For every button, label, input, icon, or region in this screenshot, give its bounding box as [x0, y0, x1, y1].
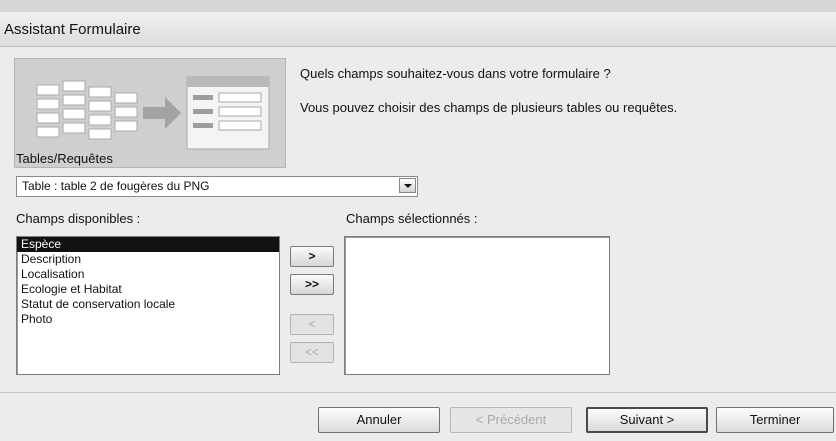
footer-divider [0, 392, 836, 393]
chevron-down-icon[interactable] [399, 178, 416, 193]
tables-queries-combobox[interactable]: Table : table 2 de fougères du PNG [16, 176, 418, 197]
list-item[interactable]: Statut de conservation locale [17, 297, 279, 312]
list-item[interactable]: Description [17, 252, 279, 267]
list-item[interactable]: Localisation [17, 267, 279, 282]
list-item[interactable]: Espèce [17, 237, 279, 252]
next-button[interactable]: Suivant > [586, 407, 708, 433]
question-text: Quels champs souhaitez-vous dans votre f… [300, 66, 611, 81]
remove-field-button[interactable]: < [290, 314, 334, 335]
available-fields-label: Champs disponibles : [16, 211, 141, 226]
list-item[interactable]: Photo [17, 312, 279, 327]
hint-text: Vous pouvez choisir des champs de plusie… [300, 100, 678, 115]
previous-button[interactable]: < Précédent [450, 407, 572, 433]
add-all-fields-button[interactable]: >> [290, 274, 334, 295]
cancel-button[interactable]: Annuler [318, 407, 440, 433]
finish-button[interactable]: Terminer [716, 407, 834, 433]
selected-fields-label: Champs sélectionnés : [346, 211, 478, 226]
remove-all-fields-button[interactable]: << [290, 342, 334, 363]
selected-fields-list[interactable] [344, 236, 610, 375]
top-strip [0, 0, 836, 12]
available-fields-list[interactable]: Espèce Description Localisation Ecologie… [16, 236, 280, 375]
window-title: Assistant Formulaire [4, 21, 141, 38]
tables-queries-label: Tables/Requêtes [16, 151, 113, 166]
list-item[interactable]: Ecologie et Habitat [17, 282, 279, 297]
tables-queries-value: Table : table 2 de fougères du PNG [22, 179, 210, 193]
add-field-button[interactable]: > [290, 246, 334, 267]
title-bar: Assistant Formulaire [0, 12, 836, 47]
